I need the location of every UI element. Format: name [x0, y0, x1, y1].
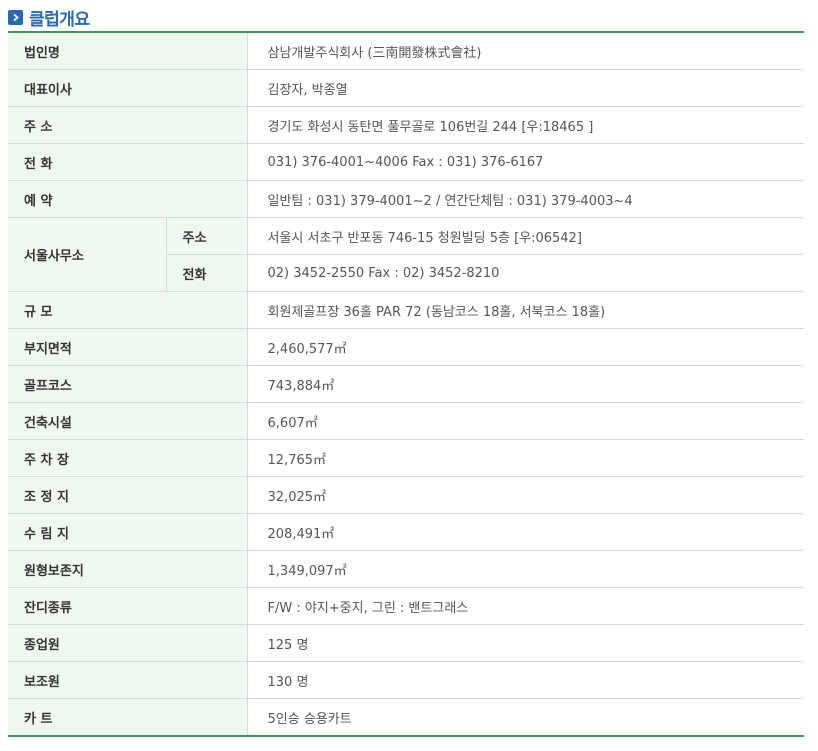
row-label: 수 림 지 — [8, 513, 248, 551]
section-title: 클럽개요 — [29, 9, 90, 30]
table-row: 잔디종류 F/W : 야지+중지, 그린 : 밴트그래스 — [8, 587, 805, 625]
row-value: 130 명 — [247, 661, 805, 699]
row-value: F/W : 야지+중지, 그린 : 밴트그래스 — [247, 587, 805, 625]
table-row: 부지면적 2,460,577㎡ — [8, 328, 805, 366]
table-row: 보조원 130 명 — [8, 661, 805, 699]
row-value: 125 명 — [247, 624, 805, 662]
row-label: 카 트 — [8, 698, 248, 736]
table-row: 원형보존지 1,349,097㎡ — [8, 550, 805, 588]
row-label: 건축시설 — [8, 402, 248, 440]
row-value: 1,349,097㎡ — [247, 550, 805, 588]
row-label: 종업원 — [8, 624, 248, 662]
chevron-right-icon — [8, 9, 23, 25]
row-value: 김장자, 박종열 — [247, 69, 805, 107]
club-overview-table-wrapper: 법인명 삼남개발주식회사 (三南開發株式會社) 대표이사 김장자, 박종열 주 … — [8, 31, 805, 737]
row-value: 6,607㎡ — [247, 402, 805, 440]
row-label: 대표이사 — [8, 69, 248, 107]
row-value: 일반팀 : 031) 379-4001~2 / 연간단체팀 : 031) 379… — [247, 180, 805, 218]
row-label: 골프코스 — [8, 365, 248, 403]
table-row: 주 소 경기도 화성시 동탄면 풀무골로 106번길 244 [우:18465 … — [8, 106, 805, 144]
row-label: 서울사무소 — [8, 217, 167, 292]
row-value: 서울시 서초구 반포동 746-15 청원빌딩 5층 [우:06542] — [247, 217, 805, 255]
row-value: 삼남개발주식회사 (三南開發株式會社) — [247, 32, 805, 70]
table-row: 대표이사 김장자, 박종열 — [8, 69, 805, 107]
row-label: 규 모 — [8, 291, 248, 329]
row-label: 주 소 — [8, 106, 248, 144]
table-row: 카 트 5인승 승용카트 — [8, 698, 805, 736]
row-value: 743,884㎡ — [247, 365, 805, 403]
row-label: 조 정 지 — [8, 476, 248, 514]
row-value: 208,491㎡ — [247, 513, 805, 551]
table-row: 주 차 장 12,765㎡ — [8, 439, 805, 477]
row-value: 회원제골프장 36홀 PAR 72 (동남코스 18홀, 서북코스 18홀) — [247, 291, 805, 329]
row-label: 예 약 — [8, 180, 248, 218]
row-label: 전 화 — [8, 143, 248, 181]
table-row: 수 림 지 208,491㎡ — [8, 513, 805, 551]
table-row: 서울사무소 주소 서울시 서초구 반포동 746-15 청원빌딩 5층 [우:0… — [8, 217, 805, 292]
sub-row-label: 주소 — [166, 217, 248, 255]
sub-row-label: 전화 — [166, 254, 248, 292]
club-overview-table: 법인명 삼남개발주식회사 (三南開發株式會社) 대표이사 김장자, 박종열 주 … — [8, 31, 805, 737]
table-row: 조 정 지 32,025㎡ — [8, 476, 805, 514]
row-label: 원형보존지 — [8, 550, 248, 588]
row-value: 경기도 화성시 동탄면 풀무골로 106번길 244 [우:18465 ] — [247, 106, 805, 144]
row-value: 5인승 승용카트 — [247, 698, 805, 736]
table-row: 건축시설 6,607㎡ — [8, 402, 805, 440]
row-label: 부지면적 — [8, 328, 248, 366]
row-value: 031) 376-4001~4006 Fax : 031) 376-6167 — [247, 143, 805, 181]
row-value: 12,765㎡ — [247, 439, 805, 477]
table-row: 규 모 회원제골프장 36홀 PAR 72 (동남코스 18홀, 서북코스 18… — [8, 291, 805, 329]
table-row: 법인명 삼남개발주식회사 (三南開發株式會社) — [8, 32, 805, 70]
section-header: 클럽개요 — [8, 5, 90, 30]
table-row: 종업원 125 명 — [8, 624, 805, 662]
row-value: 02) 3452-2550 Fax : 02) 3452-8210 — [247, 254, 805, 292]
table-row: 전 화 031) 376-4001~4006 Fax : 031) 376-61… — [8, 143, 805, 181]
row-value: 2,460,577㎡ — [247, 328, 805, 366]
row-label: 주 차 장 — [8, 439, 248, 477]
row-label: 법인명 — [8, 32, 248, 70]
table-row: 골프코스 743,884㎡ — [8, 365, 805, 403]
row-label: 잔디종류 — [8, 587, 248, 625]
row-value: 32,025㎡ — [247, 476, 805, 514]
row-label: 보조원 — [8, 661, 248, 699]
table-row: 예 약 일반팀 : 031) 379-4001~2 / 연간단체팀 : 031)… — [8, 180, 805, 218]
